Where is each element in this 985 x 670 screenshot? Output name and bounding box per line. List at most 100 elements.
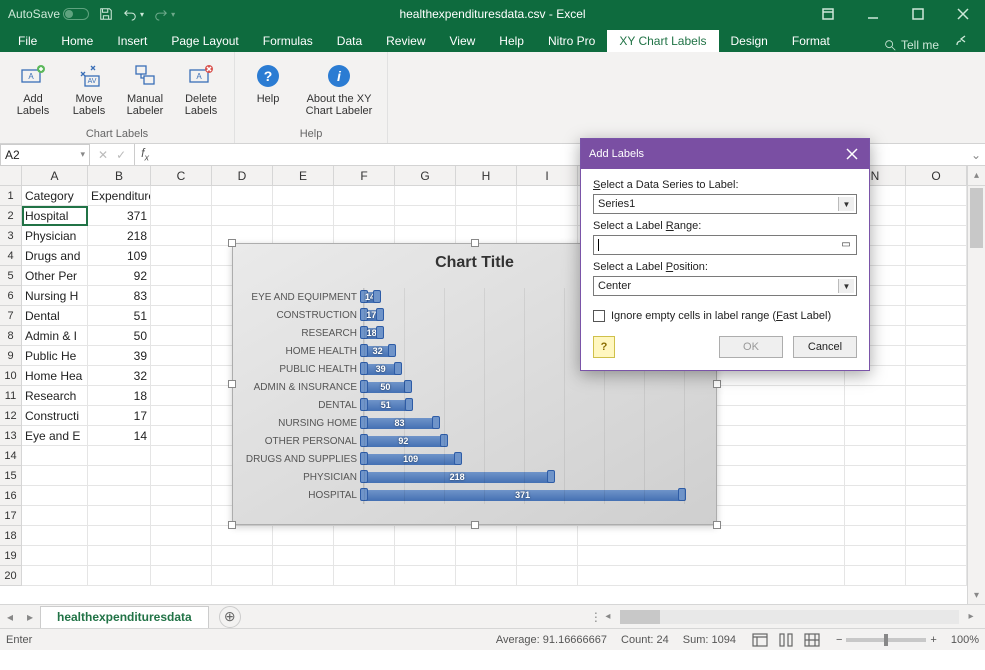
cell[interactable] xyxy=(906,526,967,546)
tell-me-search[interactable]: Tell me xyxy=(875,38,947,52)
chart-bar[interactable]: 18 xyxy=(364,328,379,339)
cell[interactable] xyxy=(151,226,212,246)
cell[interactable] xyxy=(395,206,456,226)
cell[interactable] xyxy=(151,466,212,486)
cell[interactable] xyxy=(395,546,456,566)
cell[interactable]: Home Hea xyxy=(22,366,88,386)
range-input[interactable]: ▭ xyxy=(593,235,857,255)
accept-formula-icon[interactable]: ✓ xyxy=(116,148,126,162)
cell[interactable]: 17 xyxy=(88,406,151,426)
row-head[interactable]: 8 xyxy=(0,326,22,346)
cell[interactable] xyxy=(906,426,967,446)
cell[interactable] xyxy=(22,446,88,466)
cell[interactable] xyxy=(212,566,273,586)
cell[interactable] xyxy=(456,186,517,206)
chart-bar[interactable]: 218 xyxy=(364,472,550,483)
row-head[interactable]: 1 xyxy=(0,186,22,206)
col-head-h[interactable]: H xyxy=(456,166,517,185)
cell[interactable] xyxy=(151,426,212,446)
cell[interactable]: Physician xyxy=(22,226,88,246)
cell[interactable] xyxy=(88,486,151,506)
cell[interactable] xyxy=(151,526,212,546)
tab-nitro-pro[interactable]: Nitro Pro xyxy=(536,30,607,52)
chart-bar[interactable]: 51 xyxy=(364,400,408,411)
cell[interactable] xyxy=(151,266,212,286)
hscroll-left[interactable]: ◂ xyxy=(600,609,616,625)
scroll-down-icon[interactable]: ▾ xyxy=(968,586,985,604)
cell[interactable] xyxy=(151,206,212,226)
vertical-scrollbar[interactable]: ▾ xyxy=(967,186,985,604)
cell[interactable] xyxy=(88,526,151,546)
cell[interactable] xyxy=(334,546,395,566)
cell[interactable] xyxy=(151,366,212,386)
cell[interactable] xyxy=(845,446,906,466)
tab-data[interactable]: Data xyxy=(325,30,374,52)
cell[interactable]: Expenditures xyxy=(88,186,151,206)
scroll-up-icon[interactable]: ▴ xyxy=(967,166,985,185)
col-head-a[interactable]: A xyxy=(22,166,88,185)
cell[interactable] xyxy=(88,446,151,466)
cell[interactable] xyxy=(22,566,88,586)
cell[interactable] xyxy=(334,526,395,546)
row-head[interactable]: 6 xyxy=(0,286,22,306)
name-box[interactable]: A2 ▾ xyxy=(0,144,90,166)
row-head[interactable]: 2 xyxy=(0,206,22,226)
row-head[interactable]: 20 xyxy=(0,566,22,586)
cell[interactable] xyxy=(845,406,906,426)
row-head[interactable]: 14 xyxy=(0,446,22,466)
cell[interactable]: 50 xyxy=(88,326,151,346)
cell[interactable] xyxy=(456,526,517,546)
cell[interactable] xyxy=(578,526,845,546)
cell[interactable]: Eye and E xyxy=(22,426,88,446)
cell[interactable]: 371 xyxy=(88,206,151,226)
zoom-level[interactable]: 100% xyxy=(951,634,979,646)
cell[interactable] xyxy=(273,206,334,226)
cell[interactable] xyxy=(334,186,395,206)
move-labels-button[interactable]: AV Move Labels xyxy=(64,57,114,127)
cell[interactable]: Research xyxy=(22,386,88,406)
chart-bar[interactable]: 83 xyxy=(364,418,435,429)
range-picker-icon[interactable]: ▭ xyxy=(839,239,853,253)
cell[interactable] xyxy=(906,446,967,466)
cell[interactable] xyxy=(395,186,456,206)
cell[interactable]: 32 xyxy=(88,366,151,386)
cell[interactable] xyxy=(906,286,967,306)
tab-help[interactable]: Help xyxy=(487,30,536,52)
cell[interactable]: Other Per xyxy=(22,266,88,286)
tab-page-layout[interactable]: Page Layout xyxy=(159,30,250,52)
row-head[interactable]: 12 xyxy=(0,406,22,426)
cell[interactable] xyxy=(845,506,906,526)
view-page-layout-icon[interactable] xyxy=(776,632,796,648)
cell[interactable] xyxy=(151,506,212,526)
chart-bar[interactable]: 17 xyxy=(364,310,379,321)
cell[interactable] xyxy=(22,526,88,546)
col-head-e[interactable]: E xyxy=(273,166,334,185)
select-all-corner[interactable] xyxy=(0,166,22,185)
minimize-button[interactable] xyxy=(850,0,895,28)
cell[interactable] xyxy=(22,506,88,526)
row-head[interactable]: 16 xyxy=(0,486,22,506)
zoom-out-icon[interactable]: − xyxy=(836,634,842,646)
row-head[interactable]: 11 xyxy=(0,386,22,406)
row-head[interactable]: 5 xyxy=(0,266,22,286)
view-normal-icon[interactable] xyxy=(750,632,770,648)
cell[interactable] xyxy=(273,566,334,586)
tab-review[interactable]: Review xyxy=(374,30,437,52)
cell[interactable] xyxy=(906,486,967,506)
position-select[interactable]: Center ▼ xyxy=(593,276,857,296)
col-head-i[interactable]: I xyxy=(517,166,578,185)
cell[interactable]: Nursing H xyxy=(22,286,88,306)
view-page-break-icon[interactable] xyxy=(802,632,822,648)
undo-button[interactable]: ▾ xyxy=(123,7,144,21)
resize-handle-sw[interactable] xyxy=(228,521,236,529)
row-head[interactable]: 18 xyxy=(0,526,22,546)
cell[interactable] xyxy=(151,306,212,326)
cell[interactable] xyxy=(88,546,151,566)
zoom-slider[interactable]: − + xyxy=(836,634,937,646)
cell[interactable]: Constructi xyxy=(22,406,88,426)
cell[interactable] xyxy=(151,446,212,466)
chart-bar[interactable]: 32 xyxy=(364,346,391,357)
cell[interactable] xyxy=(517,206,578,226)
cell[interactable] xyxy=(151,186,212,206)
cell[interactable]: 109 xyxy=(88,246,151,266)
